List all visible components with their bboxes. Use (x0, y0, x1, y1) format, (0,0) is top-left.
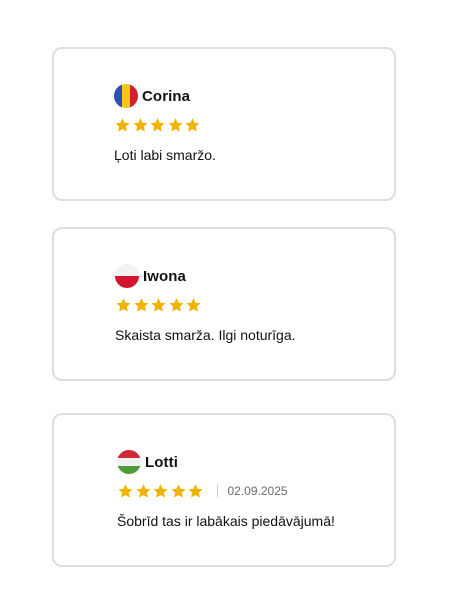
star-icon (117, 483, 134, 500)
reviewer-name: Corina (142, 87, 191, 105)
reviewer-name: Lotti (145, 453, 178, 471)
star-icon (150, 297, 167, 314)
star-icon (152, 483, 169, 500)
star-icon (170, 483, 187, 500)
review-card: Lotti 02.09.2025 Šobrīd tas ir labākais … (52, 413, 396, 567)
star-icon (114, 117, 131, 134)
star-rating (115, 297, 203, 314)
review-text: Ļoti labi smaržo. (114, 147, 216, 163)
star-icon (168, 297, 185, 314)
star-icon (187, 483, 204, 500)
divider (216, 485, 218, 497)
review-text: Skaista smarža. Ilgi noturīga. (115, 327, 296, 343)
romania-flag-icon (114, 84, 138, 108)
star-icon (149, 117, 166, 134)
hungary-flag-icon (117, 450, 141, 474)
review-card: Iwona Skaista smarža. Ilgi noturīga. (52, 227, 396, 381)
review-card: Corina Ļoti labi smaržo. (52, 47, 396, 201)
star-icon (167, 117, 184, 134)
star-icon (115, 297, 132, 314)
star-icon (185, 297, 202, 314)
star-icon (133, 297, 150, 314)
star-icon (132, 117, 149, 134)
review-text: Šobrīd tas ir labākais piedāvājumā! (117, 513, 335, 529)
star-icon (184, 117, 201, 134)
star-rating (117, 483, 205, 500)
poland-flag-icon (115, 264, 139, 288)
reviewer-name: Iwona (143, 267, 187, 285)
review-date: 02.09.2025 (227, 484, 288, 498)
reviews-list: Corina Ļoti labi smaržo. Iwona Skaista s… (0, 0, 450, 600)
star-icon (135, 483, 152, 500)
star-rating (114, 117, 202, 134)
